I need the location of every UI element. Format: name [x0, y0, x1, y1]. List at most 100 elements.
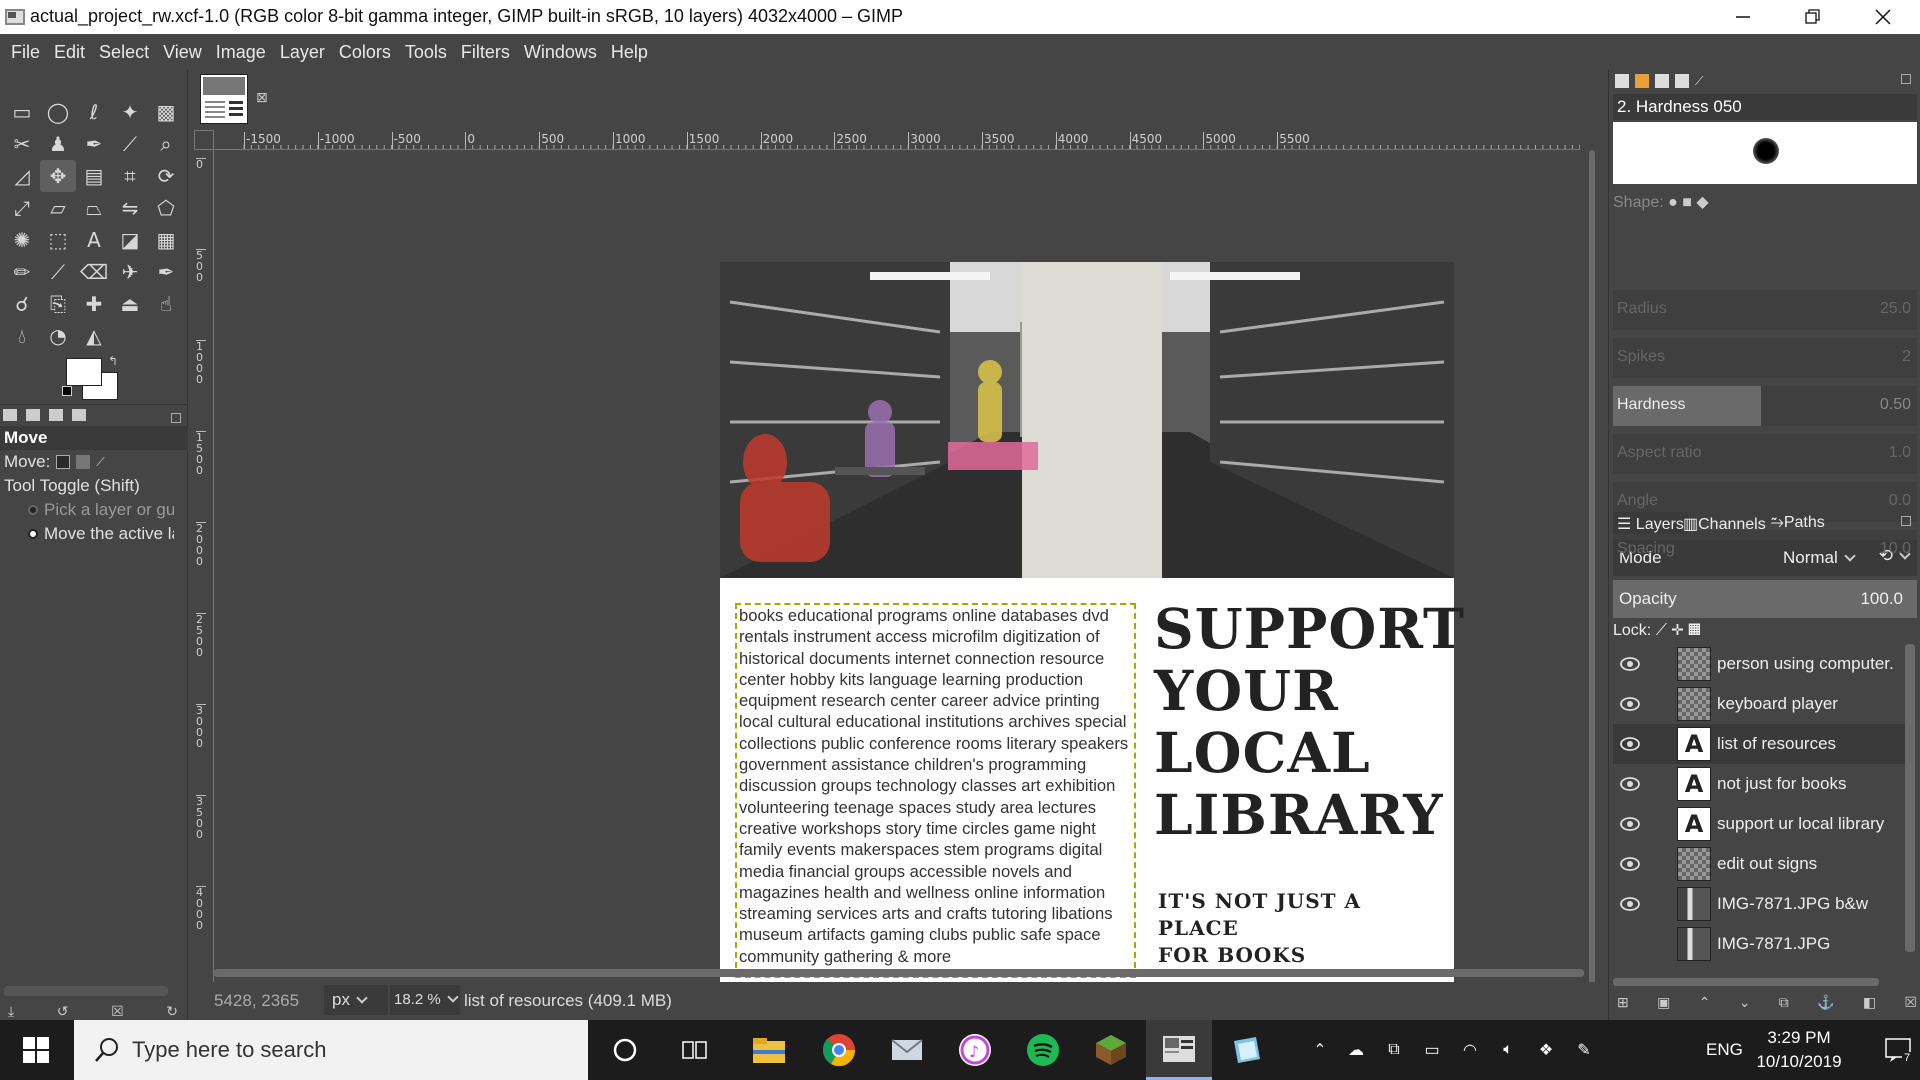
- move-tool-icon[interactable]: ✥: [40, 160, 76, 192]
- lower-layer-icon[interactable]: ⌄: [1739, 994, 1751, 1011]
- delete-options-icon[interactable]: ☒: [111, 1004, 124, 1020]
- start-button[interactable]: [0, 1020, 72, 1080]
- dropbox-icon[interactable]: ❖: [1534, 1038, 1558, 1062]
- free-select-icon[interactable]: ℓ: [76, 96, 112, 128]
- horizontal-ruler[interactable]: -1500 -1000 -500 0 500 1000 1500 2000 2500 3000 35…: [214, 132, 1580, 150]
- zoom-select[interactable]: 18.2 %: [390, 985, 460, 1015]
- headline-text-layer[interactable]: SUPPORT YOUR LOCAL LIBRARY: [1154, 598, 1464, 846]
- perspective-icon[interactable]: ⏢: [76, 192, 112, 224]
- delete-layer-icon[interactable]: ☒: [1904, 994, 1917, 1011]
- taskbar-chrome[interactable]: [806, 1020, 872, 1080]
- rect-select-icon[interactable]: ▭: [4, 96, 40, 128]
- mypaint-brush-icon[interactable]: ☌: [4, 288, 40, 320]
- menu-select[interactable]: Select: [92, 42, 156, 63]
- image-tab-thumbnail[interactable]: [200, 74, 248, 124]
- layer-row[interactable]: IMG-7871.JPG b&w: [1613, 884, 1909, 924]
- visibility-eye-icon[interactable]: [1613, 844, 1647, 884]
- layer-name[interactable]: IMG-7871.JPG b&w: [1717, 894, 1868, 914]
- zoom-icon[interactable]: ⌕: [148, 128, 184, 160]
- unified-transform-icon[interactable]: ⬚: [40, 224, 76, 256]
- action-center-button[interactable]: 7: [1884, 1036, 1914, 1069]
- restore-button[interactable]: [1778, 0, 1848, 34]
- visibility-eye-icon[interactable]: [1613, 684, 1647, 724]
- visibility-eye-icon[interactable]: [1613, 644, 1647, 684]
- menu-tools[interactable]: Tools: [398, 42, 454, 63]
- warp-icon[interactable]: ✺: [4, 224, 40, 256]
- mask-layer-icon[interactable]: ◧: [1863, 994, 1876, 1011]
- cortana-button[interactable]: [592, 1020, 658, 1080]
- layer-name[interactable]: edit out signs: [1717, 854, 1817, 874]
- paintbrush-icon[interactable]: ⟋: [40, 256, 76, 288]
- clock[interactable]: 3:29 PM 10/10/2019: [1734, 1026, 1864, 1074]
- layer-row[interactable]: IMG-7871.JPG: [1613, 924, 1909, 964]
- brush-slider-aspect-ratio[interactable]: Aspect ratio 1.0: [1613, 434, 1917, 474]
- brush-slider-hardness[interactable]: Hardness 0.50: [1613, 386, 1917, 426]
- brush-slider-radius[interactable]: Radius 25.0: [1613, 290, 1917, 330]
- reset-options-icon[interactable]: ↻: [166, 1004, 178, 1020]
- images-tab-icon[interactable]: [72, 409, 87, 421]
- crop-icon[interactable]: ⌗: [112, 160, 148, 192]
- layers-horizontal-scrollbar[interactable]: [1613, 978, 1879, 986]
- lock-position-icon[interactable]: ✛: [1671, 622, 1683, 639]
- taskbar-gimp[interactable]: [1146, 1020, 1212, 1080]
- visibility-eye-icon[interactable]: [1613, 924, 1647, 964]
- blend-icon[interactable]: ▦: [148, 224, 184, 256]
- tab-paths[interactable]: ⥲Paths: [1767, 512, 1829, 534]
- new-layer-icon[interactable]: ⊞: [1617, 994, 1629, 1011]
- move-layer-mode-icon[interactable]: [56, 455, 71, 469]
- show-hidden-icons-icon[interactable]: ⌃: [1308, 1038, 1332, 1062]
- diamond-shape-icon[interactable]: ◆: [1696, 194, 1708, 211]
- brush-preview[interactable]: [1613, 122, 1917, 184]
- menu-windows[interactable]: Windows: [517, 42, 604, 63]
- dodge-burn-icon[interactable]: ◔: [40, 320, 76, 352]
- scale-icon[interactable]: ⤢: [4, 192, 40, 224]
- layer-row[interactable]: Alist of resources: [1613, 724, 1909, 764]
- rotate-icon[interactable]: ⟳: [148, 160, 184, 192]
- tool-options-scrollbar[interactable]: [4, 986, 168, 996]
- visibility-eye-icon[interactable]: [1613, 804, 1647, 844]
- eraser-icon[interactable]: ⌫: [76, 256, 112, 288]
- anchor-layer-icon[interactable]: ⚓: [1817, 994, 1834, 1011]
- lock-alpha-icon[interactable]: ▦: [1688, 622, 1701, 639]
- square-shape-icon[interactable]: ■: [1682, 194, 1692, 211]
- paths-icon[interactable]: ✒: [76, 128, 112, 160]
- visibility-eye-icon[interactable]: [1613, 724, 1647, 764]
- perspective-clone-icon[interactable]: ⏏: [112, 288, 148, 320]
- fuzzy-select-icon[interactable]: ✦: [112, 96, 148, 128]
- layers-vertical-scrollbar[interactable]: [1905, 644, 1915, 952]
- task-view-button[interactable]: [662, 1020, 728, 1080]
- taskbar-minecraft[interactable]: [1078, 1020, 1144, 1080]
- flip-icon[interactable]: ⇋: [112, 192, 148, 224]
- new-layer-group-icon[interactable]: ▣: [1657, 994, 1670, 1011]
- foreground-color[interactable]: [66, 358, 102, 386]
- layer-name[interactable]: keyboard player: [1717, 694, 1838, 714]
- measure-icon[interactable]: ◿: [4, 160, 40, 192]
- layer-name[interactable]: not just for books: [1717, 774, 1846, 794]
- fonts-tab-icon[interactable]: [1655, 74, 1669, 88]
- pencil-icon[interactable]: ✏: [4, 256, 40, 288]
- pen-icon[interactable]: ✎: [1572, 1038, 1596, 1062]
- ruler-corner[interactable]: [194, 130, 214, 150]
- menu-edit[interactable]: Edit: [47, 42, 92, 63]
- taskbar-notepad[interactable]: [1214, 1020, 1280, 1080]
- pick-layer-option[interactable]: Pick a layer or guide: [0, 498, 188, 522]
- menu-file[interactable]: File: [4, 42, 47, 63]
- onedrive-icon[interactable]: ☁: [1344, 1038, 1368, 1062]
- pick-layer-radio[interactable]: [28, 505, 38, 515]
- canvas-image[interactable]: books educational programs online databa…: [720, 262, 1464, 990]
- taskbar-mail[interactable]: [874, 1020, 940, 1080]
- vertical-ruler[interactable]: 0 500 1000 1500 2000 2500 3000 3500 4000: [194, 150, 214, 1020]
- circle-shape-icon[interactable]: ●: [1668, 194, 1678, 211]
- lock-pixels-icon[interactable]: ⟋: [1656, 622, 1667, 639]
- menu-view[interactable]: View: [156, 42, 209, 63]
- tool-options-tab-icon[interactable]: [3, 409, 17, 421]
- canvas-vertical-scrollbar[interactable]: [1586, 132, 1600, 992]
- close-button[interactable]: [1848, 0, 1918, 34]
- wifi-icon[interactable]: ◠: [1458, 1038, 1482, 1062]
- move-selection-mode-icon[interactable]: [76, 455, 91, 469]
- layer-row[interactable]: keyboard player: [1613, 684, 1909, 724]
- menu-image[interactable]: Image: [209, 42, 273, 63]
- shear-icon[interactable]: ▱: [40, 192, 76, 224]
- menu-layer[interactable]: Layer: [273, 42, 332, 63]
- undo-history-tab-icon[interactable]: [49, 409, 64, 421]
